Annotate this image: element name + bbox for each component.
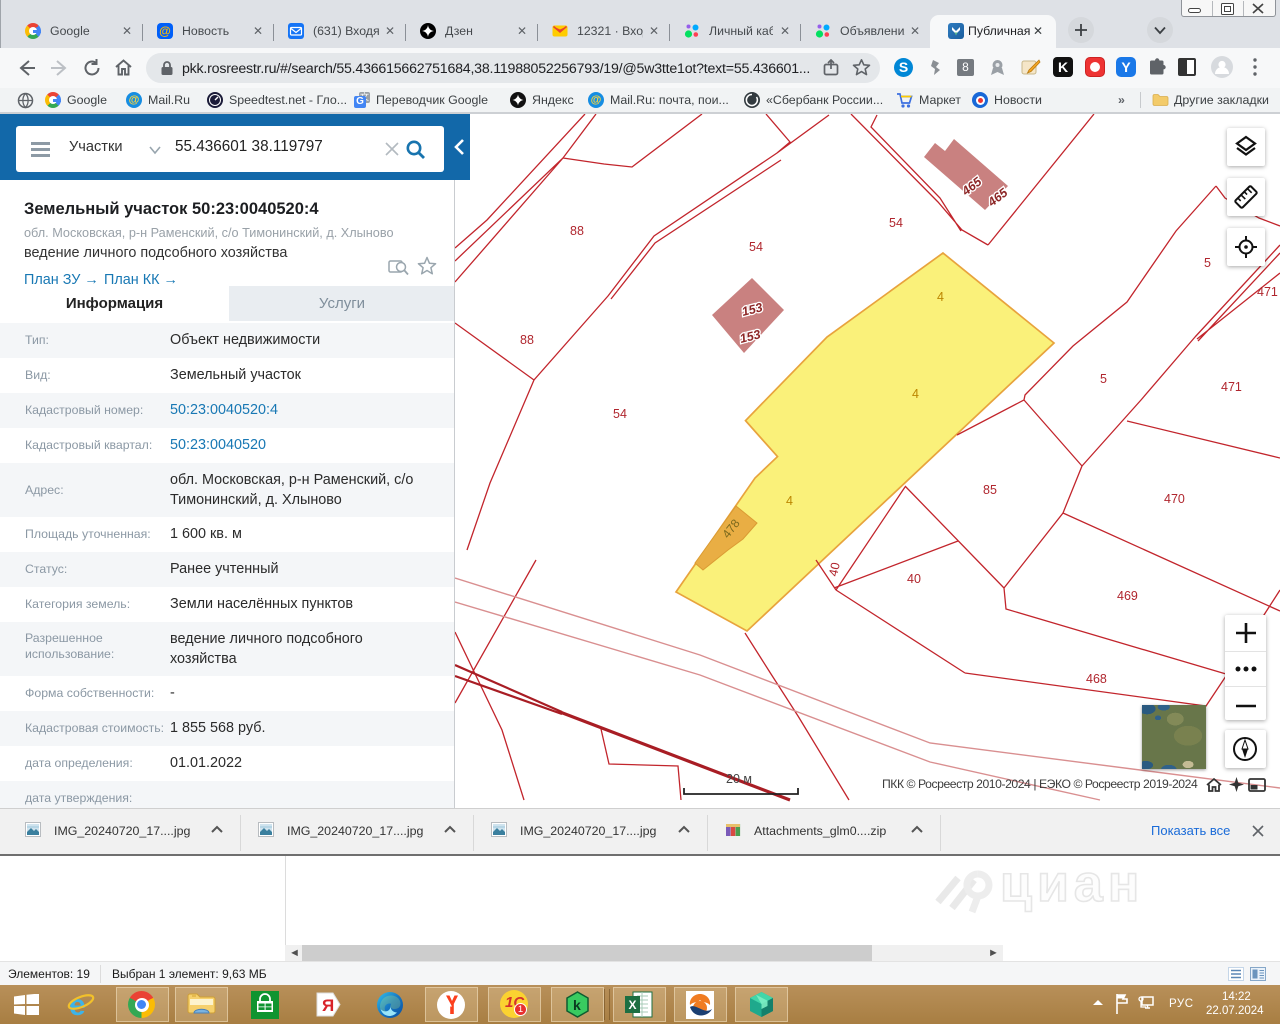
svg-text:54: 54 [749, 240, 763, 254]
svg-text:5: 5 [1204, 256, 1211, 270]
svg-text:469: 469 [1117, 589, 1138, 603]
svg-text:20 м: 20 м [726, 772, 752, 786]
svg-text:4: 4 [786, 494, 793, 508]
svg-text:85: 85 [983, 483, 997, 497]
svg-text:88: 88 [520, 333, 534, 347]
svg-text:468: 468 [1086, 672, 1107, 686]
svg-text:e: e [69, 989, 86, 1020]
svg-text:40: 40 [826, 561, 843, 578]
svg-text:Я: Я [322, 996, 334, 1015]
svg-text:54: 54 [613, 407, 627, 421]
svg-text:4: 4 [937, 290, 944, 304]
svg-text:54: 54 [889, 216, 903, 230]
svg-text:471: 471 [1257, 285, 1278, 299]
svg-text:4: 4 [912, 387, 919, 401]
svg-text:470: 470 [1164, 492, 1185, 506]
svg-text:471: 471 [1221, 380, 1242, 394]
svg-text:40: 40 [907, 572, 921, 586]
svg-text:X: X [629, 998, 637, 1012]
svg-text:5: 5 [1100, 372, 1107, 386]
svg-text:k: k [573, 997, 581, 1013]
svg-text:88: 88 [570, 224, 584, 238]
